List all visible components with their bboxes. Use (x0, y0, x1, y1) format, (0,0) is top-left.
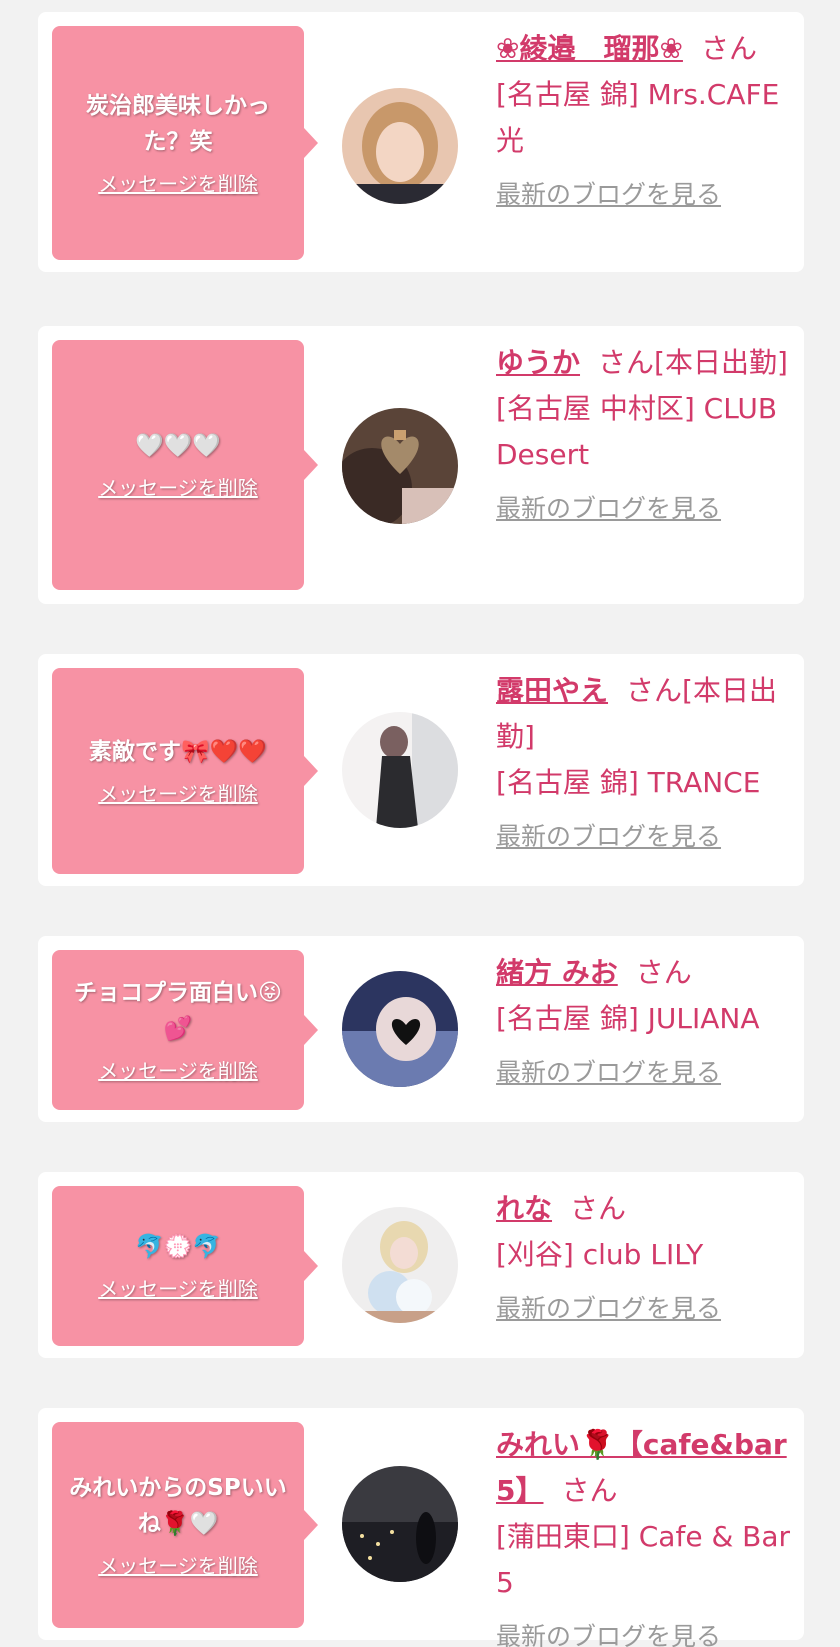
message-text: 🐬💮🐬 (135, 1234, 221, 1260)
avatar[interactable] (342, 1207, 458, 1323)
message-text: 素敵です🎀❤️❤️ (89, 739, 267, 765)
san-label: さん (598, 346, 655, 379)
delete-message-link[interactable]: メッセージを削除 (98, 1275, 258, 1303)
profile-info: 露田やえ さん[本日出勤] [名古屋 錦] TRANCE 最新のブログを見る (496, 668, 792, 860)
avatar[interactable] (342, 712, 458, 828)
avatar-heart-bow-icon (342, 408, 458, 524)
latest-blog-link[interactable]: 最新のブログを見る (496, 172, 721, 218)
latest-blog-link[interactable]: 最新のブログを見る (496, 1286, 721, 1332)
delete-message-link[interactable]: メッセージを削除 (98, 1552, 258, 1580)
cast-name-link[interactable]: れな (496, 1192, 552, 1225)
avatar-heart-face-icon (342, 971, 458, 1087)
cast-name-link[interactable]: みれい🌹【cafe&bar 5】 (496, 1428, 787, 1507)
message-bubble: 炭治郎美味しかった？笑 メッセージを削除 (52, 26, 318, 260)
message-text: チョコプラ面白い😝💕 (74, 980, 282, 1042)
cast-name-link[interactable]: 露田やえ (496, 674, 608, 707)
profile-info: ❀綾邉 瑠那❀ さん [名古屋 錦] Mrs.CAFE 光 最新のブログを見る (496, 26, 792, 218)
delete-message-link[interactable]: メッセージを削除 (98, 474, 258, 502)
shop-label: [刈谷] club LILY (496, 1238, 704, 1271)
message-card: 炭治郎美味しかった？笑 メッセージを削除 ❀綾邉 瑠那❀ さん [名古屋 錦] M… (38, 12, 804, 272)
avatar[interactable] (342, 1466, 458, 1582)
san-label: さん (570, 1192, 627, 1225)
cast-name-link[interactable]: ❀綾邉 瑠那❀ (496, 32, 683, 65)
latest-blog-link[interactable]: 最新のブログを見る (496, 1050, 721, 1096)
san-label: さん (626, 674, 683, 707)
profile-info: 緒方 みお さん [名古屋 錦] JULIANA 最新のブログを見る (496, 950, 792, 1096)
profile-info: れな さん [刈谷] club LILY 最新のブログを見る (496, 1186, 792, 1332)
message-bubble: 🤍🤍🤍 メッセージを削除 (52, 340, 318, 590)
message-list: 炭治郎美味しかった？笑 メッセージを削除 ❀綾邉 瑠那❀ さん [名古屋 錦] M… (0, 0, 840, 1647)
cast-name-link[interactable]: ゆうか (496, 346, 580, 379)
message-text: 炭治郎美味しかった？笑 (86, 93, 270, 155)
san-label: さん (561, 1474, 618, 1507)
cast-name-link[interactable]: 緒方 みお (496, 956, 618, 989)
message-card: 🐬💮🐬 メッセージを削除 れな さん [刈谷] club LILY 最新のブログを… (38, 1172, 804, 1358)
latest-blog-link[interactable]: 最新のブログを見る (496, 1614, 721, 1647)
avatar[interactable] (342, 408, 458, 524)
profile-info: ゆうか さん[本日出勤] [名古屋 中村区] CLUB Desert 最新のブログ… (496, 340, 792, 532)
profile-info: みれい🌹【cafe&bar 5】 さん [蒲田東口] Cafe & Bar 5 最… (496, 1422, 792, 1647)
avatar[interactable] (342, 88, 458, 204)
shop-label: [蒲田東口] Cafe & Bar 5 (496, 1520, 791, 1599)
avatar-night-view-icon (342, 1466, 458, 1582)
message-card: みれいからのSPいいね🌹🤍 メッセージを削除 みれい🌹【cafe&bar 5】さ… (38, 1408, 804, 1647)
san-label: さん (700, 32, 757, 65)
shop-label: [名古屋 錦] TRANCE (496, 766, 761, 799)
shop-label: [名古屋 錦] JULIANA (496, 1002, 760, 1035)
latest-blog-link[interactable]: 最新のブログを見る (496, 814, 721, 860)
avatar[interactable] (342, 971, 458, 1087)
delete-message-link[interactable]: メッセージを削除 (98, 170, 258, 198)
delete-message-link[interactable]: メッセージを削除 (98, 780, 258, 808)
message-card: 🤍🤍🤍 メッセージを削除 ゆうか さん[本日出勤] [名古屋 中村区] CLUB … (38, 326, 804, 604)
message-text: みれいからのSPいいね🌹🤍 (69, 1475, 287, 1537)
message-bubble: チョコプラ面白い😝💕 メッセージを削除 (52, 950, 318, 1110)
message-text: 🤍🤍🤍 (135, 433, 221, 459)
name-suffix: [本日出勤] (654, 346, 788, 379)
san-label: さん (635, 956, 692, 989)
shop-label: [名古屋 錦] Mrs.CAFE 光 (496, 78, 780, 157)
avatar-blonde-woman-icon (342, 88, 458, 204)
message-bubble: 🐬💮🐬 メッセージを削除 (52, 1186, 318, 1346)
message-card: 素敵です🎀❤️❤️ メッセージを削除 露田やえ さん[本日出勤] [名古屋 錦] … (38, 654, 804, 886)
shop-label: [名古屋 中村区] CLUB Desert (496, 392, 778, 471)
message-card: チョコプラ面白い😝💕 メッセージを削除 緒方 みお さん [名古屋 錦] JULI… (38, 936, 804, 1122)
delete-message-link[interactable]: メッセージを削除 (98, 1057, 258, 1085)
avatar-bouquet-icon (342, 1207, 458, 1323)
avatar-woman-dress-icon (342, 712, 458, 828)
message-bubble: 素敵です🎀❤️❤️ メッセージを削除 (52, 668, 318, 874)
message-bubble: みれいからのSPいいね🌹🤍 メッセージを削除 (52, 1422, 318, 1628)
latest-blog-link[interactable]: 最新のブログを見る (496, 486, 721, 532)
